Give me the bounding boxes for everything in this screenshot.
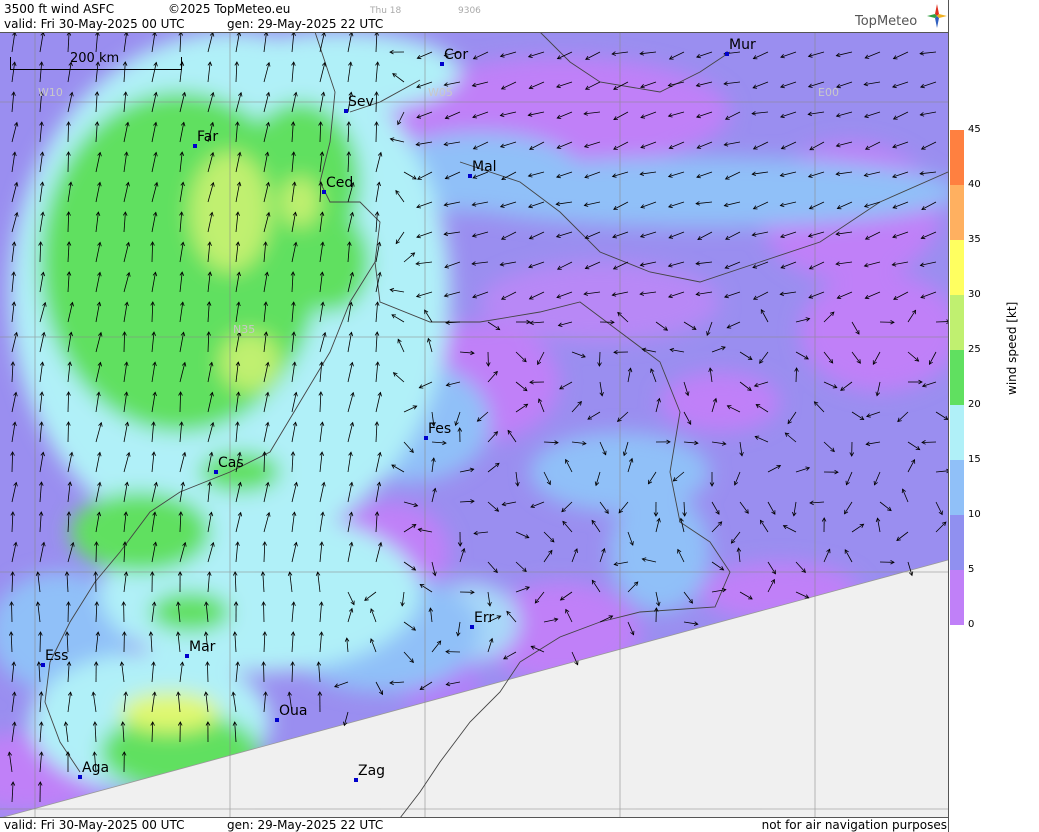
wind-arrow [67,421,69,443]
legend-tick-label: 20 [968,399,981,410]
city-label: Ess [45,648,69,664]
wind-arrow [39,631,41,653]
city-label: Mur [729,37,756,53]
faint-day-text: Thu 18 [370,6,402,16]
valid-time: valid: Fri 30-May-2025 00 UTC [4,17,185,31]
legend-tick-label: 30 [968,289,981,300]
city-label: Cor [444,47,469,63]
legend-color-band [950,185,964,240]
legend-color-band [950,460,964,515]
legend-color-band [950,130,964,185]
legend-tick-label: 15 [968,454,981,465]
wind-arrow [67,151,69,173]
legend-color-band [950,240,964,295]
map-right-border [948,0,949,832]
wind-arrow [67,601,69,623]
wind-speed-legend-bar [950,130,964,625]
coord-w10: W10 [38,86,63,99]
wind-arrow [263,661,265,683]
city-label: Fes [428,421,452,437]
logo-text: TopMeteo [855,14,918,29]
copyright-text: ©2025 TopMeteo.eu [168,2,291,16]
coord-n35: N35 [233,323,256,336]
city-label: Aga [82,760,110,776]
map-top-border [0,32,948,33]
legend-tick-label: 0 [968,619,975,630]
city-label: Mar [189,639,216,655]
city-label: Cas [218,455,244,471]
map-title: 3500 ft wind ASFC [4,2,115,16]
legend-tick-label: 35 [968,234,981,245]
wind-field-svg [0,32,948,818]
legend-color-band [950,515,964,570]
legend-color-band [950,405,964,460]
footer-generated-time: gen: 29-May-2025 22 UTC [227,818,384,832]
legend-title: wind speed [kt] [1005,301,1019,395]
legend-tick-label: 40 [968,179,981,190]
wind-map: 200 km W10 W05 E00 N35 Cor Mur Sev Far C… [0,32,948,818]
city-label: Sev [348,94,374,110]
legend-tick-label: 45 [968,124,981,135]
city-label: Mal [472,159,497,175]
coord-e00: E00 [818,86,839,99]
wind-arrow [263,601,265,623]
city-label: Zag [358,763,386,779]
city-label: Oua [279,703,308,719]
city-label: Ced [326,175,354,191]
generated-time: gen: 29-May-2025 22 UTC [227,17,384,31]
wind-arrow [95,541,97,563]
legend-color-band [950,295,964,350]
city-label: Err [474,610,495,626]
coord-w05: W05 [428,86,453,99]
footer-disclaimer: not for air navigation purposes [761,818,947,832]
wind-arrow [11,601,13,623]
legend-tick-label: 5 [968,564,975,575]
compass-star-icon [927,4,947,28]
legend-color-band [950,570,964,625]
footer-valid-time: valid: Fri 30-May-2025 00 UTC [4,818,185,832]
city-label: Far [197,129,219,145]
legend-tick-label: 25 [968,344,981,355]
legend-color-band [950,350,964,405]
faint-code-text: 9306 [458,6,481,16]
legend-tick-label: 10 [968,509,981,520]
wind-arrow [935,321,948,323]
topmeteo-logo: TopMeteo [855,4,947,32]
wind-arrow [921,441,937,443]
scale-label: 200 km [70,51,120,66]
